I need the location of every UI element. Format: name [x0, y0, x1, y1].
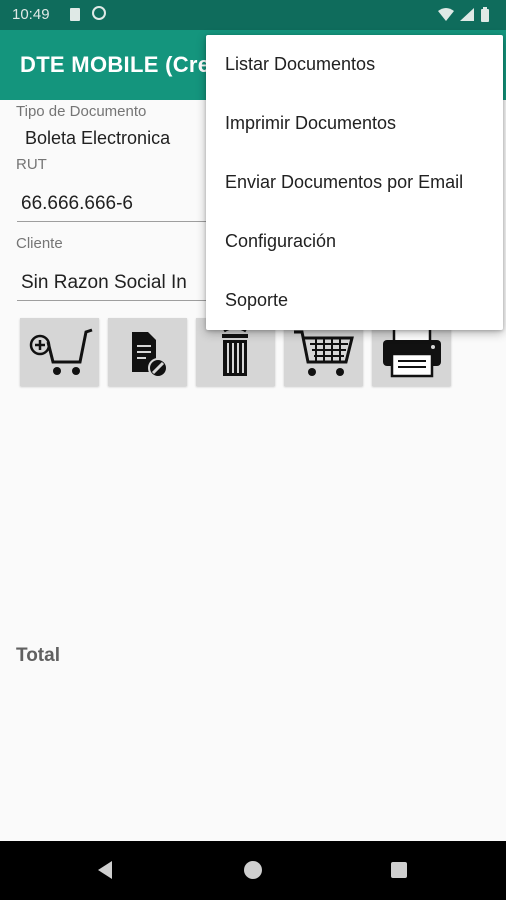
menu-item-imprimir-documentos[interactable]: Imprimir Documentos: [206, 94, 503, 153]
sim-card-icon: [70, 8, 80, 21]
wifi-icon: [438, 8, 454, 21]
status-bar: 10:49: [0, 0, 506, 30]
cliente-underline: [17, 300, 217, 301]
menu-item-listar-documentos[interactable]: Listar Documentos: [206, 35, 503, 94]
app-title: DTE MOBILE (Cre: [20, 52, 211, 77]
app-screen: 10:49 DTE MOBILE (Cre Tipo de Documento …: [0, 0, 506, 900]
add-item-button[interactable]: [20, 318, 99, 386]
home-icon[interactable]: [244, 861, 262, 879]
recents-icon[interactable]: [391, 862, 407, 878]
back-icon[interactable]: [96, 860, 114, 880]
edit-document-button[interactable]: [108, 318, 187, 386]
menu-item-soporte[interactable]: Soporte: [206, 271, 503, 330]
tipo-documento-spinner[interactable]: Boleta Electronica: [25, 128, 170, 149]
overflow-menu: Listar Documentos Imprimir Documentos En…: [206, 35, 503, 330]
menu-item-enviar-email[interactable]: Enviar Documentos por Email: [206, 153, 503, 212]
menu-item-configuracion[interactable]: Configuración: [206, 212, 503, 271]
rut-label: RUT: [16, 156, 47, 173]
status-time: 10:49: [12, 6, 50, 23]
rut-input[interactable]: 66.666.666-6: [21, 193, 133, 215]
cliente-input[interactable]: Sin Razon Social In: [21, 272, 187, 294]
navigation-bar: [0, 841, 506, 900]
total-label: Total: [16, 645, 60, 666]
battery-icon: [481, 7, 489, 22]
document-edit-icon: [132, 332, 168, 378]
cell-signal-icon: [460, 8, 474, 21]
tipo-documento-label: Tipo de Documento: [16, 103, 147, 120]
at-sign-icon: [92, 6, 106, 20]
cliente-label: Cliente: [16, 235, 63, 252]
add-to-cart-icon: [29, 328, 93, 375]
status-right-icons: [438, 7, 489, 22]
rut-underline: [17, 221, 217, 222]
